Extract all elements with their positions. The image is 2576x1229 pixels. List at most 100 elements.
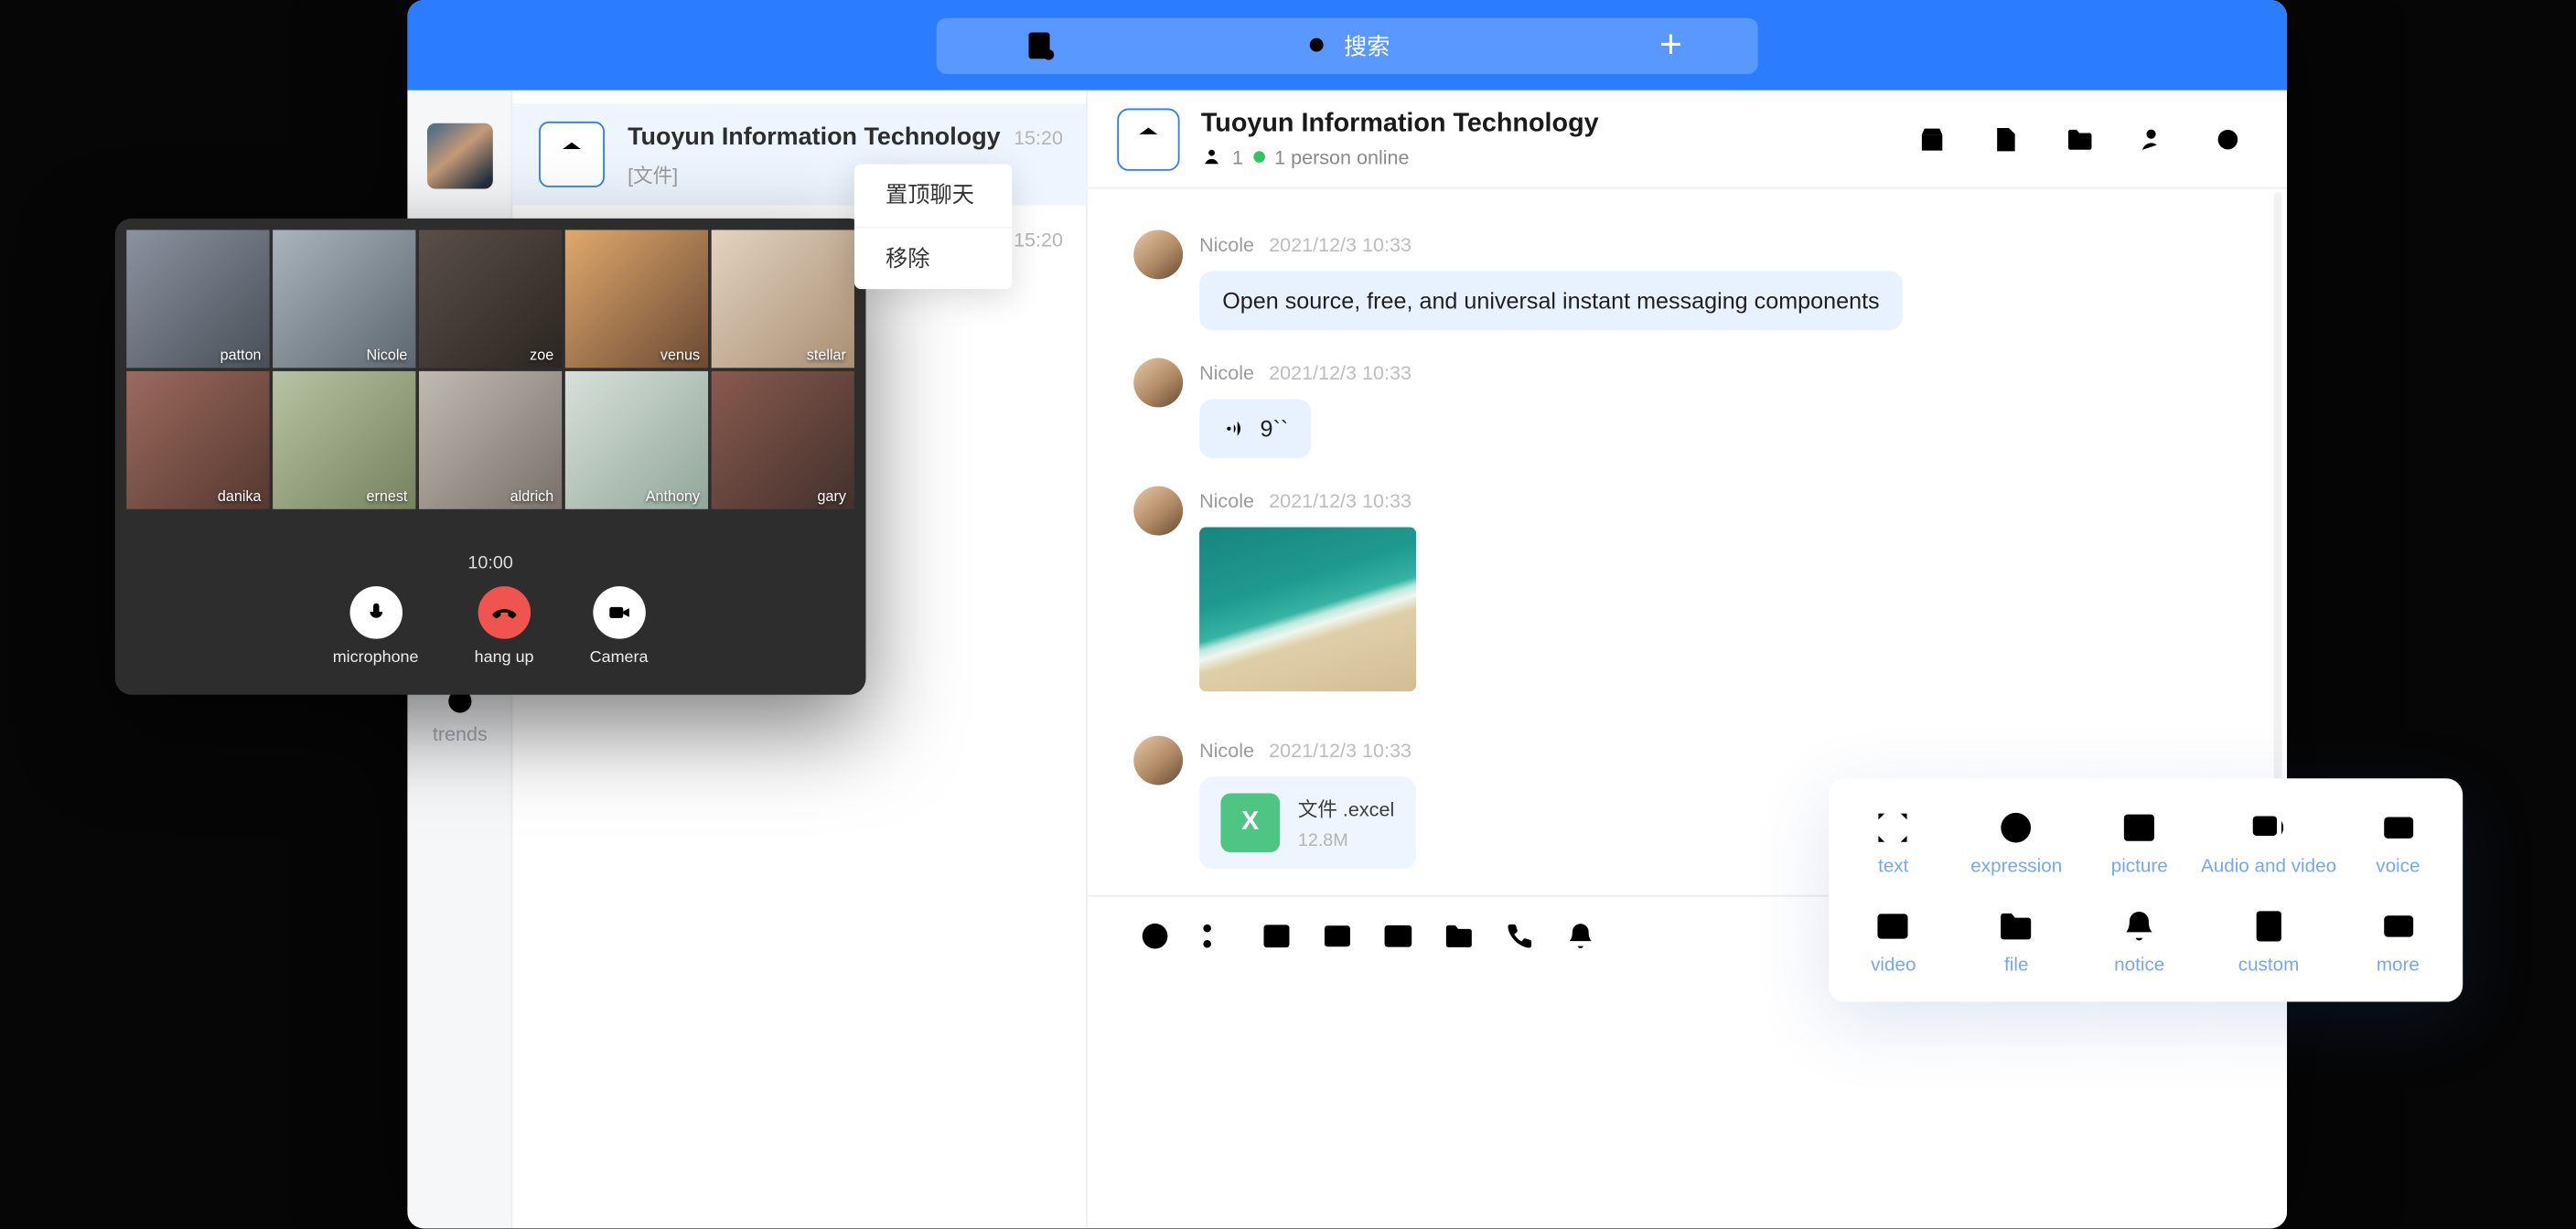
feature-label: notice <box>2114 955 2164 975</box>
contacts-book-icon[interactable] <box>1022 27 1058 64</box>
menu-item-remove[interactable]: 移除 <box>854 227 1012 289</box>
text-icon <box>1872 806 1915 849</box>
message-voice: Nicole 2021/12/3 10:33 9`` <box>1133 358 1411 459</box>
participant-tile: stellar <box>712 230 854 368</box>
message-sender: Nicole <box>1199 489 1254 512</box>
participant-grid: patton Nicole zoe venus stellar danika e… <box>126 230 854 508</box>
member-icon <box>1201 146 1222 167</box>
feature-picture[interactable]: picture <box>2077 792 2200 891</box>
file-size: 12.8M <box>1298 831 1394 851</box>
chat-record-search-icon[interactable] <box>1990 123 2023 155</box>
settings-icon[interactable] <box>2211 123 2244 155</box>
chat-header: Tuoyun Information Technology 1 1 person… <box>1088 91 2287 189</box>
folder-icon[interactable] <box>1441 918 1477 955</box>
microphone-mute-button[interactable] <box>349 586 402 638</box>
add-button[interactable]: + <box>1659 19 1682 71</box>
custom-icon <box>2248 904 2291 947</box>
video-icon <box>1872 904 1915 947</box>
feature-label: more <box>2377 955 2420 975</box>
message-time: 2021/12/3 10:33 <box>1269 233 1411 256</box>
file-name: 文件 .excel <box>1298 795 1394 823</box>
feature-file[interactable]: file <box>1955 890 2077 989</box>
chat-main: Tuoyun Information Technology 1 1 person… <box>1088 91 2287 1229</box>
sender-avatar[interactable] <box>1133 358 1183 408</box>
add-member-icon[interactable] <box>2138 123 2171 155</box>
feature-expression[interactable]: expression <box>1955 792 2077 891</box>
feature-notice[interactable]: notice <box>2077 890 2200 989</box>
feature-label: custom <box>2238 955 2300 975</box>
participant-name: Nicole <box>366 347 407 363</box>
emoji-icon[interactable] <box>1137 918 1174 955</box>
search-input[interactable]: 搜索 <box>1304 28 1390 61</box>
camera-off-button[interactable] <box>593 586 645 638</box>
trends-label: trends <box>433 722 488 745</box>
message-sender: Nicole <box>1199 739 1254 762</box>
audio-video-icon <box>2248 806 2291 849</box>
participant-name: aldrich <box>510 487 554 504</box>
call-icon[interactable] <box>1502 918 1539 955</box>
feature-label: voice <box>2376 857 2420 877</box>
message-text: Nicole 2021/12/3 10:33 Open source, free… <box>1133 230 1903 330</box>
participant-tile: danika <box>126 371 269 509</box>
context-menu: 置顶聊天 移除 <box>854 165 1012 289</box>
menu-item-pin-chat[interactable]: 置顶聊天 <box>854 165 1012 227</box>
sender-avatar[interactable] <box>1133 230 1183 279</box>
voice-duration: 9`` <box>1261 415 1289 442</box>
group-building-icon <box>539 122 605 187</box>
participant-tile: zoe <box>419 230 562 368</box>
participant-tile: Anthony <box>565 371 708 509</box>
message-time: 2021/12/3 10:33 <box>1269 361 1411 384</box>
more-icon <box>2377 904 2420 947</box>
participant-tile: patton <box>126 230 269 368</box>
hang-up-button[interactable] <box>478 586 530 638</box>
feature-video[interactable]: video <box>1832 890 1955 989</box>
sender-avatar[interactable] <box>1133 486 1183 536</box>
image-icon[interactable] <box>1259 918 1295 955</box>
user-avatar[interactable] <box>427 123 493 189</box>
member-count: 1 <box>1232 145 1243 168</box>
call-timer: 10:00 <box>115 553 866 573</box>
feature-audio-video[interactable]: Audio and video <box>2201 792 2336 891</box>
file-attachment[interactable]: X 文件 .excel 12.8M <box>1199 777 1416 870</box>
participant-name: danika <box>218 487 262 504</box>
participant-tile: Nicole <box>273 230 415 368</box>
picture-icon <box>2118 806 2161 849</box>
participant-name: Anthony <box>646 487 700 504</box>
feature-label: text <box>1878 857 1908 877</box>
notice-icon <box>2118 904 2161 947</box>
contact-card-icon[interactable] <box>1380 918 1417 955</box>
message-time: 2021/12/3 10:33 <box>1269 739 1411 762</box>
sender-avatar[interactable] <box>1133 736 1183 785</box>
feature-label: video <box>1871 955 1916 975</box>
participant-name: patton <box>220 347 262 363</box>
chat-header-actions <box>1916 123 2244 155</box>
participant-name: ernest <box>366 487 407 504</box>
archive-icon[interactable] <box>1916 123 1948 155</box>
participant-tile: gary <box>712 371 854 509</box>
feature-voice[interactable]: voice <box>2336 792 2460 891</box>
online-dot <box>1253 151 1265 163</box>
text-bubble[interactable]: Open source, free, and universal instant… <box>1199 271 1903 330</box>
notification-icon[interactable] <box>1562 918 1599 955</box>
online-status: 1 person online <box>1274 145 1409 168</box>
voice-icon <box>2377 806 2420 849</box>
conversation-title: Tuoyun Information Technology <box>628 123 1001 152</box>
conversation-time: 15:20 <box>1014 126 1063 149</box>
message-time: 2021/12/3 10:33 <box>1269 489 1411 512</box>
search-label: 搜索 <box>1344 28 1390 61</box>
search-icon <box>1304 32 1331 59</box>
screen: 搜索 + trends Tuoyun Information Technolog… <box>0 0 2576 1228</box>
beach-photo-thumbnail[interactable] <box>1199 528 1416 692</box>
feature-more[interactable]: more <box>2336 890 2460 989</box>
call-controls: microphone hang up Camera <box>115 586 866 667</box>
feature-custom[interactable]: custom <box>2201 890 2336 989</box>
feature-text[interactable]: text <box>1832 792 1955 891</box>
folder-icon[interactable] <box>2064 123 2097 155</box>
video-icon[interactable] <box>1319 918 1356 955</box>
participant-name: zoe <box>530 347 553 363</box>
voice-bubble[interactable]: 9`` <box>1199 399 1311 458</box>
participant-name: gary <box>817 487 845 504</box>
screenshot-icon[interactable] <box>1197 918 1234 955</box>
feature-label: expression <box>1970 857 2062 877</box>
chat-title: Tuoyun Information Technology <box>1201 109 1599 138</box>
